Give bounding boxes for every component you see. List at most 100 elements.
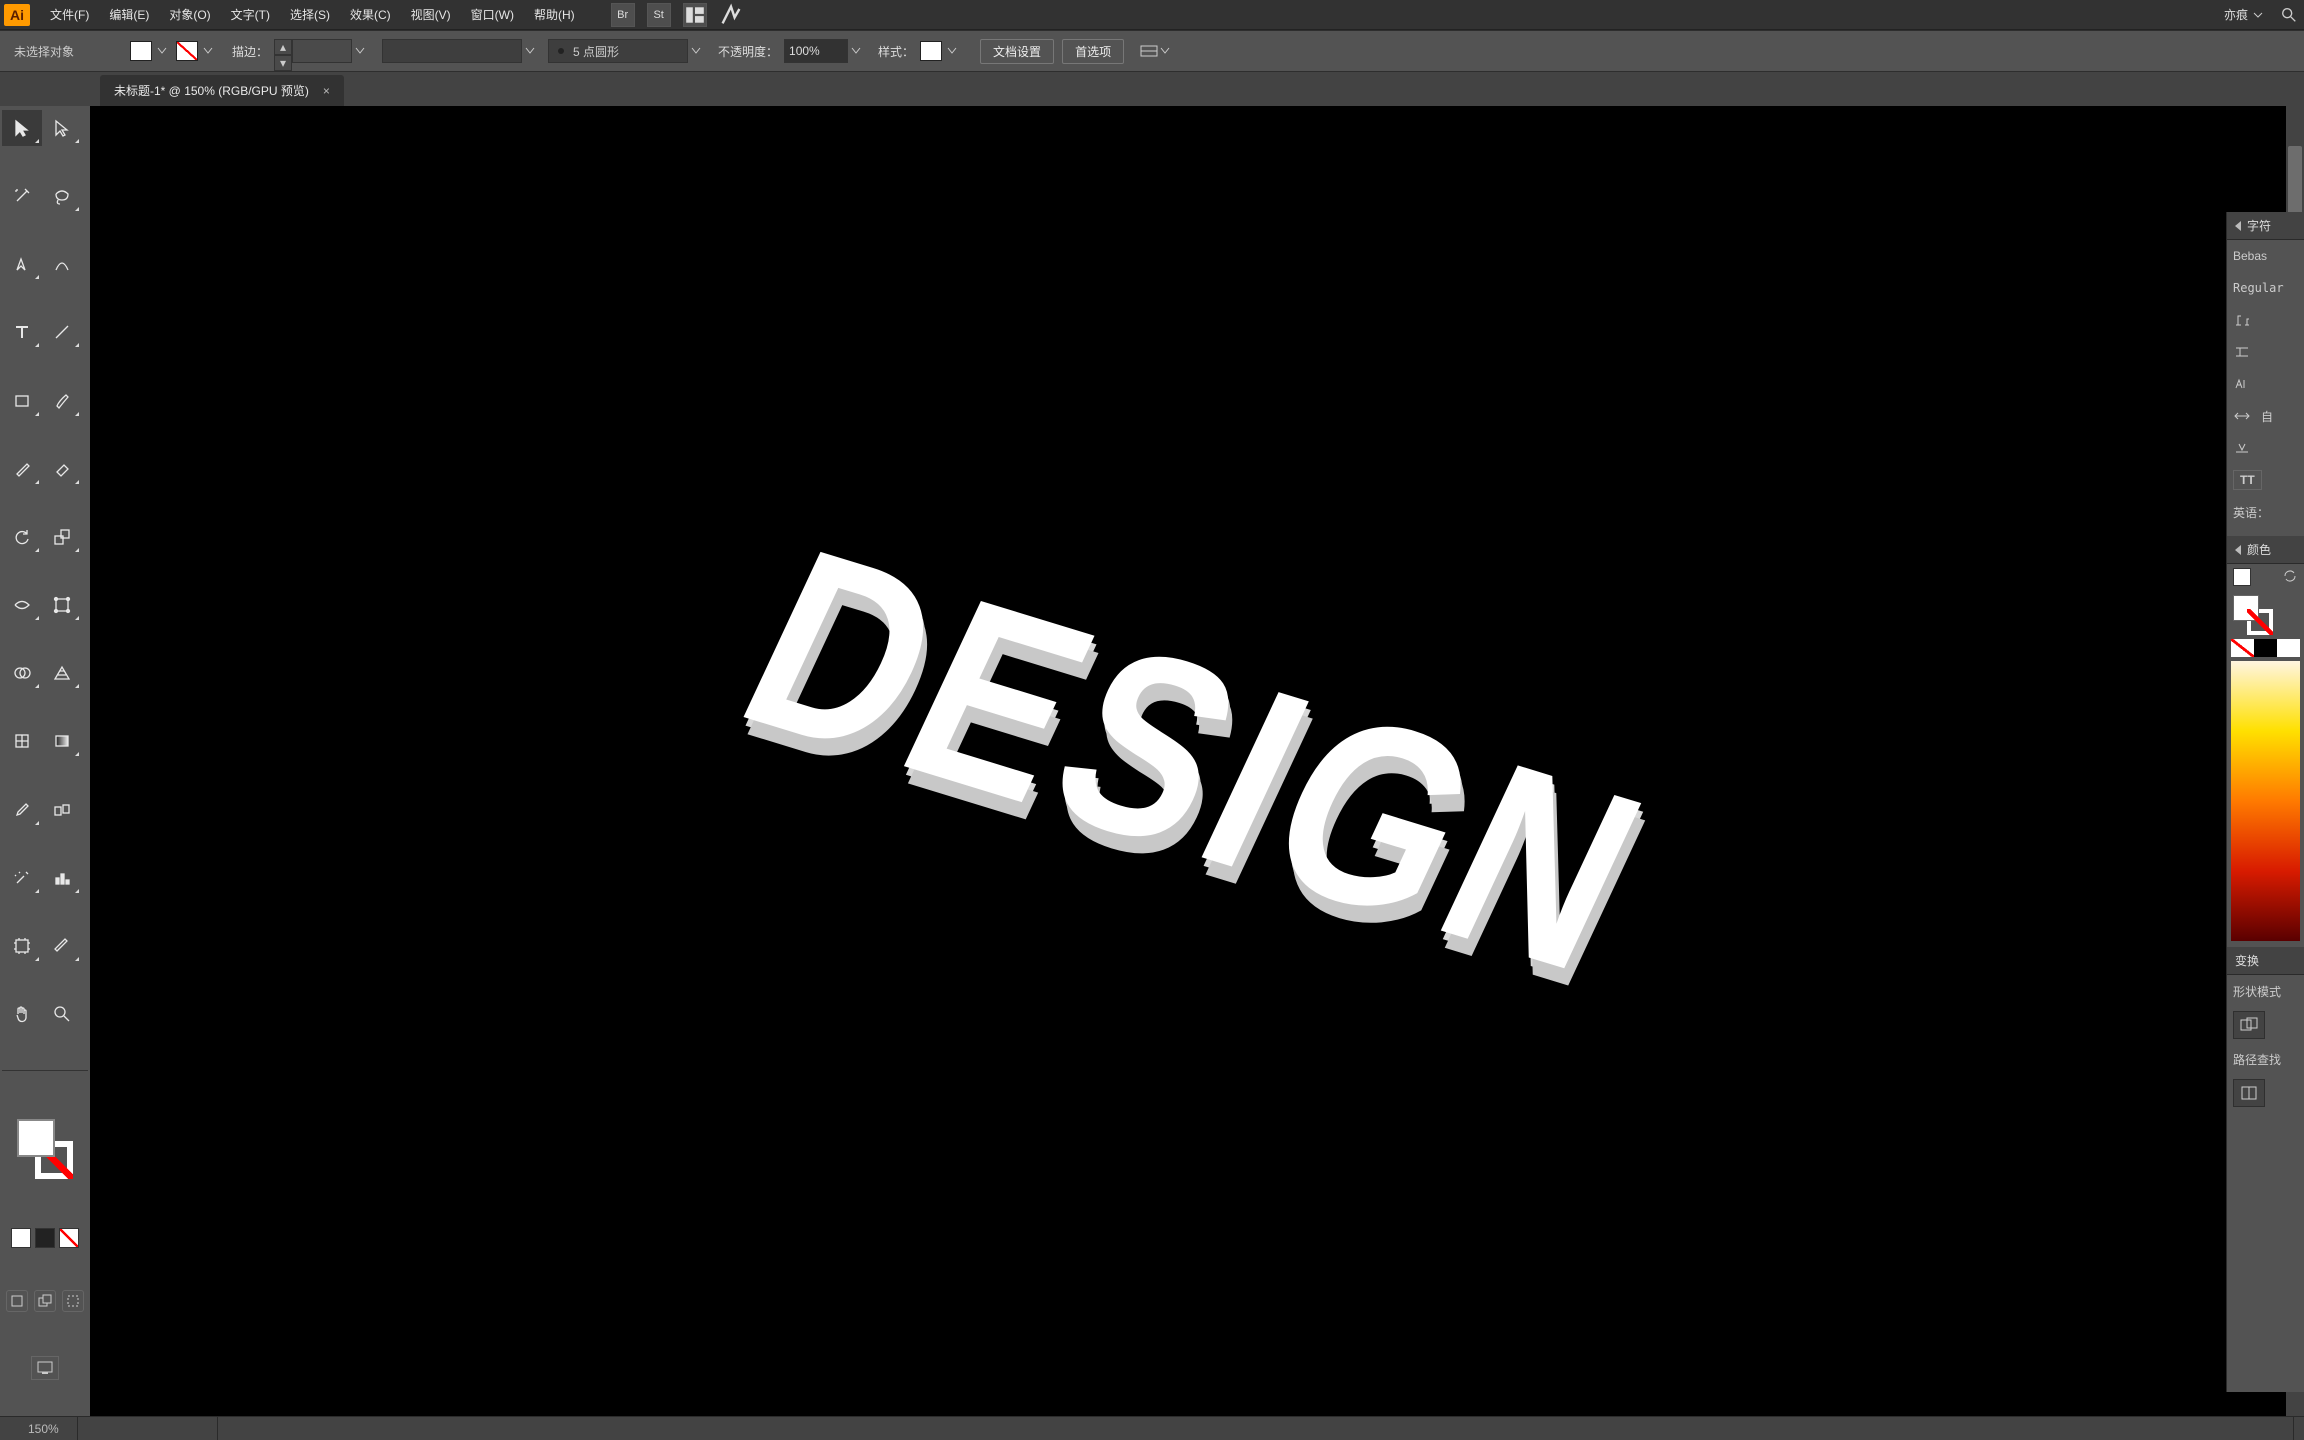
character-panel-title[interactable]: 字符 bbox=[2227, 212, 2304, 240]
eyedropper-tool[interactable] bbox=[2, 792, 42, 828]
column-graph-tool[interactable] bbox=[42, 860, 82, 896]
opacity-dd[interactable] bbox=[848, 41, 864, 61]
color-mode-gradient[interactable] bbox=[35, 1228, 55, 1248]
artwork-3d-text: DESIGN bbox=[712, 510, 1682, 1013]
draw-inside-icon[interactable] bbox=[62, 1290, 84, 1312]
stroke-dropdown[interactable] bbox=[200, 41, 216, 61]
width-tool[interactable] bbox=[2, 587, 42, 623]
fill-dropdown[interactable] bbox=[154, 41, 170, 61]
status-artboard-nav[interactable] bbox=[78, 1417, 218, 1440]
bridge-icon[interactable]: Br bbox=[611, 3, 635, 27]
free-transform-tool[interactable] bbox=[42, 587, 82, 623]
magic-wand-tool[interactable] bbox=[2, 178, 42, 214]
color-mode-color[interactable] bbox=[11, 1228, 31, 1248]
menu-file[interactable]: 文件(F) bbox=[40, 0, 99, 30]
draw-normal-icon[interactable] bbox=[6, 1290, 28, 1312]
selection-tool[interactable] bbox=[2, 110, 42, 146]
menu-edit[interactable]: 编辑(E) bbox=[99, 0, 159, 30]
menu-effect[interactable]: 效果(C) bbox=[340, 0, 401, 30]
document-tab-strip: 未标题-1* @ 150% (RGB/GPU 预览) × bbox=[0, 72, 2304, 106]
color-none-black-white[interactable] bbox=[2231, 639, 2300, 657]
status-zoom[interactable]: 150% bbox=[10, 1417, 78, 1440]
line-tool[interactable] bbox=[42, 314, 82, 350]
shaper-tool[interactable] bbox=[2, 451, 42, 487]
document-tab[interactable]: 未标题-1* @ 150% (RGB/GPU 预览) × bbox=[100, 75, 344, 106]
eraser-tool[interactable] bbox=[42, 451, 82, 487]
brush-definition-dd[interactable] bbox=[688, 41, 704, 61]
font-size-row[interactable] bbox=[2227, 304, 2304, 336]
color-mode-none[interactable] bbox=[59, 1228, 79, 1248]
color-black-icon[interactable] bbox=[2254, 639, 2277, 657]
color-none-icon[interactable] bbox=[2231, 639, 2254, 657]
stock-icon[interactable]: St bbox=[647, 3, 671, 27]
font-style-field[interactable]: Regular bbox=[2227, 272, 2304, 304]
curvature-tool[interactable] bbox=[42, 246, 82, 282]
pen-tool[interactable] bbox=[2, 246, 42, 282]
close-tab-icon[interactable]: × bbox=[323, 84, 330, 98]
stroke-weight-dd[interactable] bbox=[352, 41, 368, 61]
arrange-documents-icon[interactable] bbox=[683, 3, 707, 27]
color-panel-title[interactable]: 颜色 bbox=[2227, 536, 2304, 564]
caps-row[interactable]: TT bbox=[2227, 464, 2304, 496]
scale-tool[interactable] bbox=[42, 519, 82, 555]
fill-stroke-control[interactable] bbox=[17, 1119, 73, 1179]
menu-object[interactable]: 对象(O) bbox=[159, 0, 220, 30]
control-bar: 未选择对象 描边： ▴▾ 5 点圆形 不透明度： 100% 样式： 文档设置 首… bbox=[0, 30, 2304, 72]
lasso-tool[interactable] bbox=[42, 178, 82, 214]
menu-select[interactable]: 选择(S) bbox=[280, 0, 340, 30]
direct-selection-tool[interactable] bbox=[42, 110, 82, 146]
align-to-icon[interactable] bbox=[1138, 40, 1170, 62]
menu-type[interactable]: 文字(T) bbox=[221, 0, 280, 30]
canvas-area[interactable]: DESIGN bbox=[90, 106, 2304, 1416]
menu-view[interactable]: 视图(V) bbox=[401, 0, 461, 30]
pathfinder-unite-icon[interactable] bbox=[2233, 1011, 2265, 1039]
opacity-input[interactable]: 100% bbox=[784, 39, 848, 63]
color-fill-swatch-icon[interactable] bbox=[2233, 568, 2251, 586]
stroke-weight-spinner[interactable]: ▴▾ bbox=[274, 39, 292, 63]
workspace-label: 亦痕 bbox=[2224, 6, 2248, 23]
kerning-row[interactable] bbox=[2227, 368, 2304, 400]
rotate-tool[interactable] bbox=[2, 519, 42, 555]
zoom-tool[interactable] bbox=[42, 996, 82, 1032]
graphic-style-swatch[interactable] bbox=[920, 41, 942, 61]
symbol-sprayer-tool[interactable] bbox=[2, 860, 42, 896]
language-row[interactable]: 英语： bbox=[2227, 496, 2304, 528]
mesh-tool[interactable] bbox=[2, 723, 42, 759]
brush-definition[interactable]: 5 点圆形 bbox=[548, 39, 688, 63]
color-white-icon[interactable] bbox=[2277, 639, 2300, 657]
workspace-switcher[interactable]: 亦痕 bbox=[2224, 6, 2264, 23]
hand-tool[interactable] bbox=[2, 996, 42, 1032]
blend-tool[interactable] bbox=[42, 792, 82, 828]
draw-behind-icon[interactable] bbox=[34, 1290, 56, 1312]
variable-width-profile[interactable] bbox=[382, 39, 522, 63]
tracking-row[interactable]: 自 bbox=[2227, 400, 2304, 432]
document-setup-button[interactable]: 文档设置 bbox=[980, 39, 1054, 64]
slice-tool[interactable] bbox=[42, 928, 82, 964]
default-fill[interactable] bbox=[17, 1119, 55, 1157]
font-family-field[interactable]: Bebas bbox=[2227, 240, 2304, 272]
menu-window[interactable]: 窗口(W) bbox=[461, 0, 524, 30]
gradient-tool[interactable] bbox=[42, 723, 82, 759]
baseline-row[interactable] bbox=[2227, 432, 2304, 464]
screen-mode-icon[interactable] bbox=[31, 1356, 59, 1380]
stroke-weight-input[interactable] bbox=[292, 39, 352, 63]
paintbrush-tool[interactable] bbox=[42, 383, 82, 419]
gpu-preview-icon[interactable] bbox=[719, 3, 743, 27]
preferences-button[interactable]: 首选项 bbox=[1062, 39, 1124, 64]
color-cycle-icon[interactable] bbox=[2282, 568, 2298, 587]
fill-swatch[interactable] bbox=[130, 41, 152, 61]
leading-row[interactable] bbox=[2227, 336, 2304, 368]
transform-panel-title[interactable]: 变换 bbox=[2227, 947, 2304, 975]
color-spectrum[interactable] bbox=[2231, 661, 2300, 941]
shape-builder-tool[interactable] bbox=[2, 655, 42, 691]
artboard-tool[interactable] bbox=[2, 928, 42, 964]
rectangle-tool[interactable] bbox=[2, 383, 42, 419]
menu-help[interactable]: 帮助(H) bbox=[524, 0, 585, 30]
pathfinder-divide-icon[interactable] bbox=[2233, 1079, 2265, 1107]
perspective-grid-tool[interactable] bbox=[42, 655, 82, 691]
type-tool[interactable] bbox=[2, 314, 42, 350]
stroke-swatch[interactable] bbox=[176, 41, 198, 61]
search-icon[interactable] bbox=[2278, 4, 2300, 26]
graphic-style-dd[interactable] bbox=[944, 41, 960, 61]
variable-width-dd[interactable] bbox=[522, 41, 538, 61]
